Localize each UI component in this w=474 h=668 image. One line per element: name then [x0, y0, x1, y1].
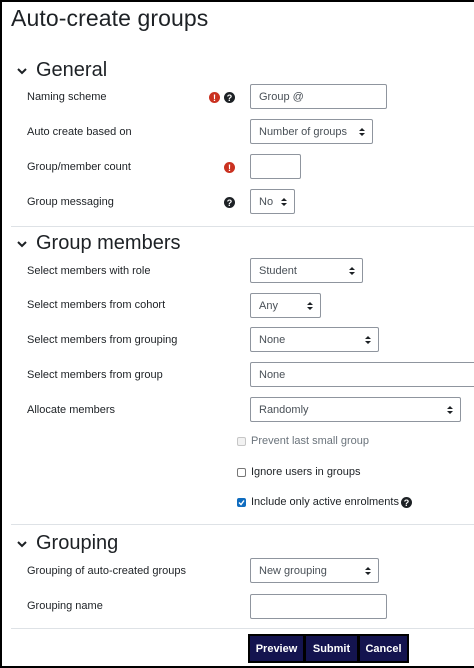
- help-icon[interactable]: ?: [224, 92, 235, 103]
- select-caret-icon: [359, 127, 365, 136]
- checkbox-label: Include only active enrolments: [251, 496, 399, 508]
- select-caret-icon: [307, 301, 313, 310]
- submit-button[interactable]: Submit: [306, 636, 357, 661]
- group-messaging-label: Group messaging: [27, 196, 114, 208]
- help-icon[interactable]: ?: [401, 497, 412, 508]
- page-title: Auto-create groups: [11, 5, 209, 31]
- prevent-last-small-group-checkbox: Prevent last small group: [237, 435, 369, 447]
- grouping-name-label: Grouping name: [27, 600, 103, 612]
- required-icon: !: [224, 162, 235, 173]
- select-role-select[interactable]: Student: [250, 258, 363, 283]
- select-grouping-value: None: [259, 333, 286, 346]
- auto-create-based-on-value: Number of groups: [259, 125, 348, 138]
- auto-create-based-on-select[interactable]: Number of groups: [250, 119, 373, 144]
- select-caret-icon: [349, 266, 355, 275]
- select-role-value: Student: [259, 264, 297, 277]
- checkbox-box[interactable]: [237, 497, 246, 507]
- checkbox-label: Ignore users in groups: [251, 466, 361, 478]
- auto-create-based-on-label: Auto create based on: [27, 126, 132, 138]
- group-messaging-select[interactable]: No: [250, 189, 295, 214]
- allocate-members-value: Randomly: [259, 403, 309, 416]
- checkbox-box[interactable]: [237, 467, 246, 477]
- select-group-select[interactable]: None: [250, 362, 474, 387]
- required-icon: !: [209, 92, 220, 103]
- section-title-grouping: Grouping: [36, 532, 119, 554]
- group-member-count-label: Group/member count: [27, 161, 131, 173]
- divider: [11, 524, 474, 525]
- section-header-group-members[interactable]: Group members: [16, 232, 181, 255]
- select-caret-icon: [447, 405, 453, 414]
- naming-scheme-input[interactable]: Group @: [250, 84, 387, 109]
- select-group-label: Select members from group: [27, 369, 163, 381]
- grouping-of-groups-value: New grouping: [259, 564, 327, 577]
- chevron-down-icon: [17, 540, 27, 547]
- section-header-grouping[interactable]: Grouping: [16, 532, 118, 555]
- checkbox-box: [237, 436, 246, 446]
- select-cohort-select[interactable]: Any: [250, 293, 321, 318]
- cancel-button[interactable]: Cancel: [360, 636, 407, 661]
- select-grouping-label: Select members from grouping: [27, 334, 178, 346]
- divider: [11, 628, 474, 629]
- divider: [11, 226, 474, 227]
- ignore-users-in-groups-checkbox[interactable]: Ignore users in groups: [237, 466, 360, 478]
- help-icon[interactable]: ?: [224, 197, 235, 208]
- naming-scheme-value: Group @: [259, 90, 304, 103]
- group-messaging-value: No: [259, 195, 274, 208]
- group-member-count-input[interactable]: [250, 154, 301, 179]
- section-title-general: General: [36, 59, 108, 81]
- section-title-group-members: Group members: [36, 232, 181, 254]
- select-role-label: Select members with role: [27, 265, 151, 277]
- chevron-down-icon: [17, 67, 27, 74]
- select-caret-icon: [365, 335, 371, 344]
- allocate-members-label: Allocate members: [27, 404, 116, 416]
- naming-scheme-label: Naming scheme: [27, 91, 107, 103]
- grouping-of-groups-select[interactable]: New grouping: [250, 558, 379, 583]
- select-caret-icon: [365, 566, 371, 575]
- chevron-down-icon: [17, 240, 27, 247]
- grouping-name-input[interactable]: [250, 594, 387, 619]
- check-icon: [238, 499, 245, 506]
- select-caret-icon: [281, 197, 287, 206]
- include-only-active-enrolments-checkbox[interactable]: Include only active enrolments: [237, 496, 399, 508]
- select-group-value: None: [259, 368, 286, 381]
- select-grouping-select[interactable]: None: [250, 327, 379, 352]
- select-cohort-label: Select members from cohort: [27, 299, 166, 311]
- select-cohort-value: Any: [259, 299, 278, 312]
- preview-button[interactable]: Preview: [250, 636, 303, 661]
- allocate-members-select[interactable]: Randomly: [250, 397, 461, 422]
- checkbox-label: Prevent last small group: [251, 435, 369, 447]
- grouping-of-groups-label: Grouping of auto-created groups: [27, 565, 186, 577]
- auto-create-groups-form: Auto-create groups General Naming scheme…: [0, 0, 474, 668]
- section-header-general[interactable]: General: [16, 59, 107, 82]
